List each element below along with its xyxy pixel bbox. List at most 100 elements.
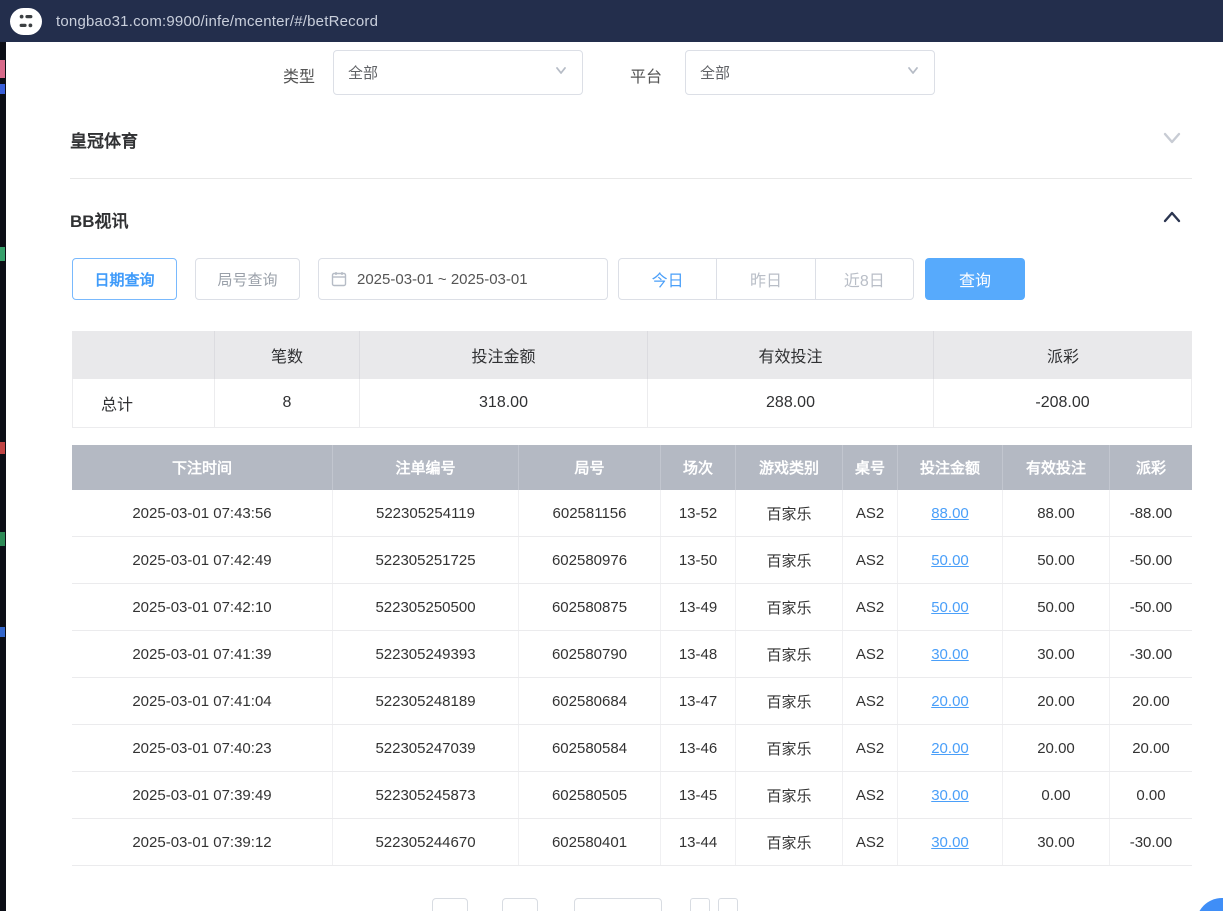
last-8-days-button[interactable]: 近8日 — [816, 259, 913, 299]
header-game-type: 游戏类别 — [736, 445, 843, 490]
game-type-cell: 百家乐 — [736, 725, 843, 771]
bet-amount-link[interactable]: 88.00 — [898, 490, 1003, 536]
header-order-no: 注单编号 — [333, 445, 519, 490]
table-no-cell: AS2 — [843, 631, 898, 677]
date-range-input[interactable]: 2025-03-01 ~ 2025-03-01 — [318, 258, 608, 300]
payout-cell: -50.00 — [1110, 537, 1192, 583]
tab-groups-icon — [18, 13, 34, 29]
today-button[interactable]: 今日 — [619, 259, 717, 299]
bet-amount-link[interactable]: 30.00 — [898, 819, 1003, 865]
bet-amount-link[interactable]: 20.00 — [898, 725, 1003, 771]
payout-cell: 0.00 — [1110, 772, 1192, 818]
summary-total-label: 总计 — [73, 379, 215, 427]
background-window-sliver — [0, 42, 6, 911]
crown-sports-expand-chevron[interactable] — [1158, 126, 1186, 150]
valid-bet-cell: 50.00 — [1003, 537, 1110, 583]
search-button[interactable]: 查询 — [925, 258, 1025, 300]
round-no-cell: 602580401 — [519, 819, 661, 865]
summary-header-payout: 派彩 — [934, 331, 1192, 379]
table-no-cell: AS2 — [843, 490, 898, 536]
order-no-cell: 522305251725 — [333, 537, 519, 583]
round-query-button[interactable]: 局号查询 — [195, 258, 300, 300]
payout-cell: -50.00 — [1110, 584, 1192, 630]
payout-cell: 20.00 — [1110, 725, 1192, 771]
session-cell: 13-45 — [661, 772, 736, 818]
payout-cell: -88.00 — [1110, 490, 1192, 536]
platform-filter-label: 平台 — [630, 63, 662, 87]
summary-table-header: 笔数 投注金额 有效投注 派彩 — [72, 331, 1192, 379]
yesterday-button[interactable]: 昨日 — [717, 259, 815, 299]
bet-time-cell: 2025-03-01 07:42:49 — [72, 537, 333, 583]
pagination-jump-input[interactable] — [718, 898, 738, 911]
address-url[interactable]: tongbao31.com:9900/infe/mcenter/#/betRec… — [56, 13, 378, 30]
order-no-cell: 522305254119 — [333, 490, 519, 536]
payout-cell: -30.00 — [1110, 819, 1192, 865]
table-no-cell: AS2 — [843, 819, 898, 865]
order-no-cell: 522305247039 — [333, 725, 519, 771]
bet-time-cell: 2025-03-01 07:43:56 — [72, 490, 333, 536]
bet-amount-link[interactable]: 30.00 — [898, 772, 1003, 818]
bet-time-cell: 2025-03-01 07:41:04 — [72, 678, 333, 724]
pagination-prev-button[interactable] — [432, 898, 468, 911]
table-no-cell: AS2 — [843, 678, 898, 724]
session-cell: 13-47 — [661, 678, 736, 724]
session-cell: 13-50 — [661, 537, 736, 583]
game-type-cell: 百家乐 — [736, 490, 843, 536]
round-no-cell: 602580875 — [519, 584, 661, 630]
header-table-no: 桌号 — [843, 445, 898, 490]
bet-amount-link[interactable]: 20.00 — [898, 678, 1003, 724]
session-cell: 13-52 — [661, 490, 736, 536]
floating-service-button[interactable] — [1196, 898, 1223, 911]
bb-video-collapse-chevron[interactable] — [1158, 205, 1186, 229]
valid-bet-cell: 20.00 — [1003, 678, 1110, 724]
pagination-page-size-select[interactable] — [574, 898, 662, 911]
section-title-crown-sports: 皇冠体育 — [70, 127, 138, 152]
platform-select-value: 全部 — [700, 62, 906, 83]
browser-address-bar: tongbao31.com:9900/infe/mcenter/#/betRec… — [0, 0, 1223, 42]
type-select[interactable]: 全部 — [333, 50, 583, 95]
table-row: 2025-03-01 07:40:23 522305247039 6025805… — [72, 725, 1192, 772]
chevron-down-icon — [906, 63, 920, 82]
summary-header-valid-bet: 有效投注 — [648, 331, 934, 379]
platform-select[interactable]: 全部 — [685, 50, 935, 95]
round-no-cell: 602580790 — [519, 631, 661, 677]
valid-bet-cell: 50.00 — [1003, 584, 1110, 630]
chevron-down-icon — [554, 63, 568, 82]
payout-cell: 20.00 — [1110, 678, 1192, 724]
table-row: 2025-03-01 07:43:56 522305254119 6025811… — [72, 490, 1192, 537]
bet-detail-table: 下注时间 注单编号 局号 场次 游戏类别 桌号 投注金额 有效投注 派彩 202… — [72, 445, 1192, 866]
round-no-cell: 602581156 — [519, 490, 661, 536]
order-no-cell: 522305244670 — [333, 819, 519, 865]
session-cell: 13-48 — [661, 631, 736, 677]
summary-header-count: 笔数 — [215, 331, 360, 379]
date-query-button[interactable]: 日期查询 — [72, 258, 177, 300]
game-type-cell: 百家乐 — [736, 772, 843, 818]
table-row: 2025-03-01 07:41:39 522305249393 6025807… — [72, 631, 1192, 678]
header-round-no: 局号 — [519, 445, 661, 490]
date-range-value: 2025-03-01 ~ 2025-03-01 — [357, 271, 528, 288]
session-cell: 13-46 — [661, 725, 736, 771]
section-title-bb-video: BB视讯 — [70, 207, 129, 232]
summary-header-bet-amount: 投注金额 — [360, 331, 648, 379]
round-no-cell: 602580584 — [519, 725, 661, 771]
payout-cell: -30.00 — [1110, 631, 1192, 677]
session-cell: 13-44 — [661, 819, 736, 865]
bet-record-page: tongbao31.com:9900/infe/mcenter/#/betRec… — [0, 0, 1223, 911]
table-row: 2025-03-01 07:39:12 522305244670 6025804… — [72, 819, 1192, 866]
bet-amount-link[interactable]: 30.00 — [898, 631, 1003, 677]
type-select-value: 全部 — [348, 62, 554, 83]
bet-amount-link[interactable]: 50.00 — [898, 537, 1003, 583]
browser-profile-icon[interactable] — [10, 8, 42, 35]
pagination-next-button[interactable] — [690, 898, 710, 911]
quick-date-group: 今日 昨日 近8日 — [618, 258, 914, 300]
summary-count-value: 8 — [215, 379, 360, 427]
chevron-down-icon — [1161, 128, 1183, 148]
valid-bet-cell: 20.00 — [1003, 725, 1110, 771]
bet-amount-link[interactable]: 50.00 — [898, 584, 1003, 630]
table-no-cell: AS2 — [843, 772, 898, 818]
summary-valid-bet-value: 288.00 — [648, 379, 934, 427]
pagination-page-button[interactable] — [502, 898, 538, 911]
bet-time-cell: 2025-03-01 07:42:10 — [72, 584, 333, 630]
bet-time-cell: 2025-03-01 07:39:49 — [72, 772, 333, 818]
round-no-cell: 602580684 — [519, 678, 661, 724]
